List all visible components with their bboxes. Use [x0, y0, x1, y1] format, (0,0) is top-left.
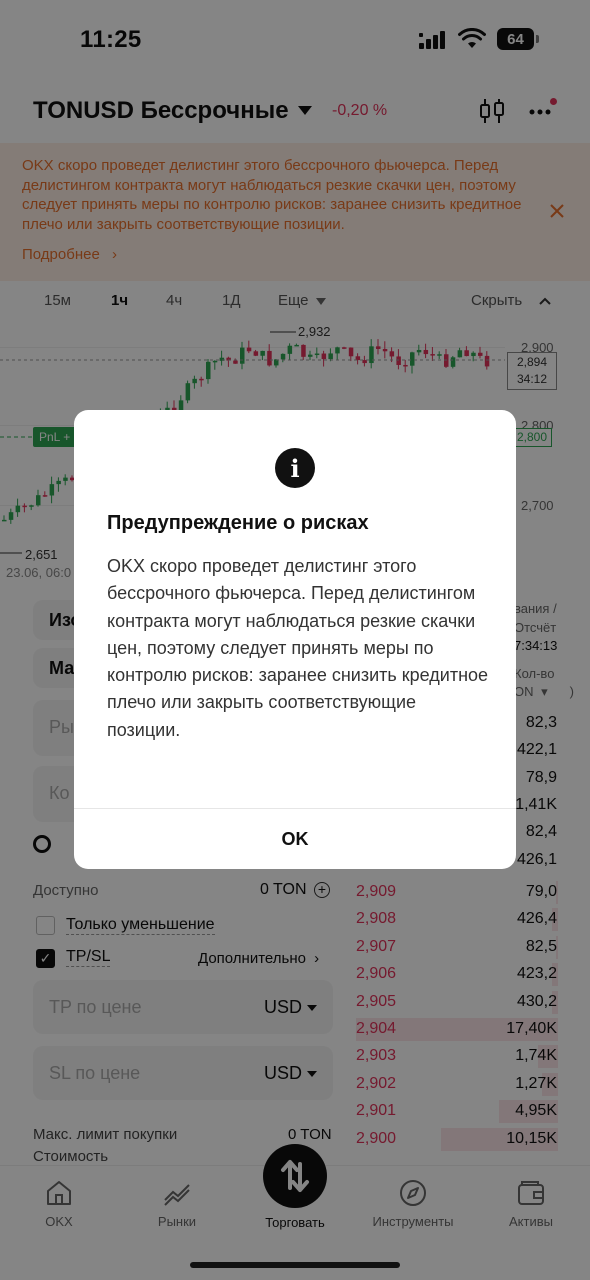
- ok-button[interactable]: OK: [74, 809, 516, 869]
- dialog-body: OKX скоро проведет делистинг этого бесср…: [107, 556, 489, 740]
- dialog-title: Предупреждение о рисках: [107, 512, 369, 534]
- home-indicator[interactable]: [190, 1262, 400, 1268]
- info-icon: i: [275, 448, 315, 488]
